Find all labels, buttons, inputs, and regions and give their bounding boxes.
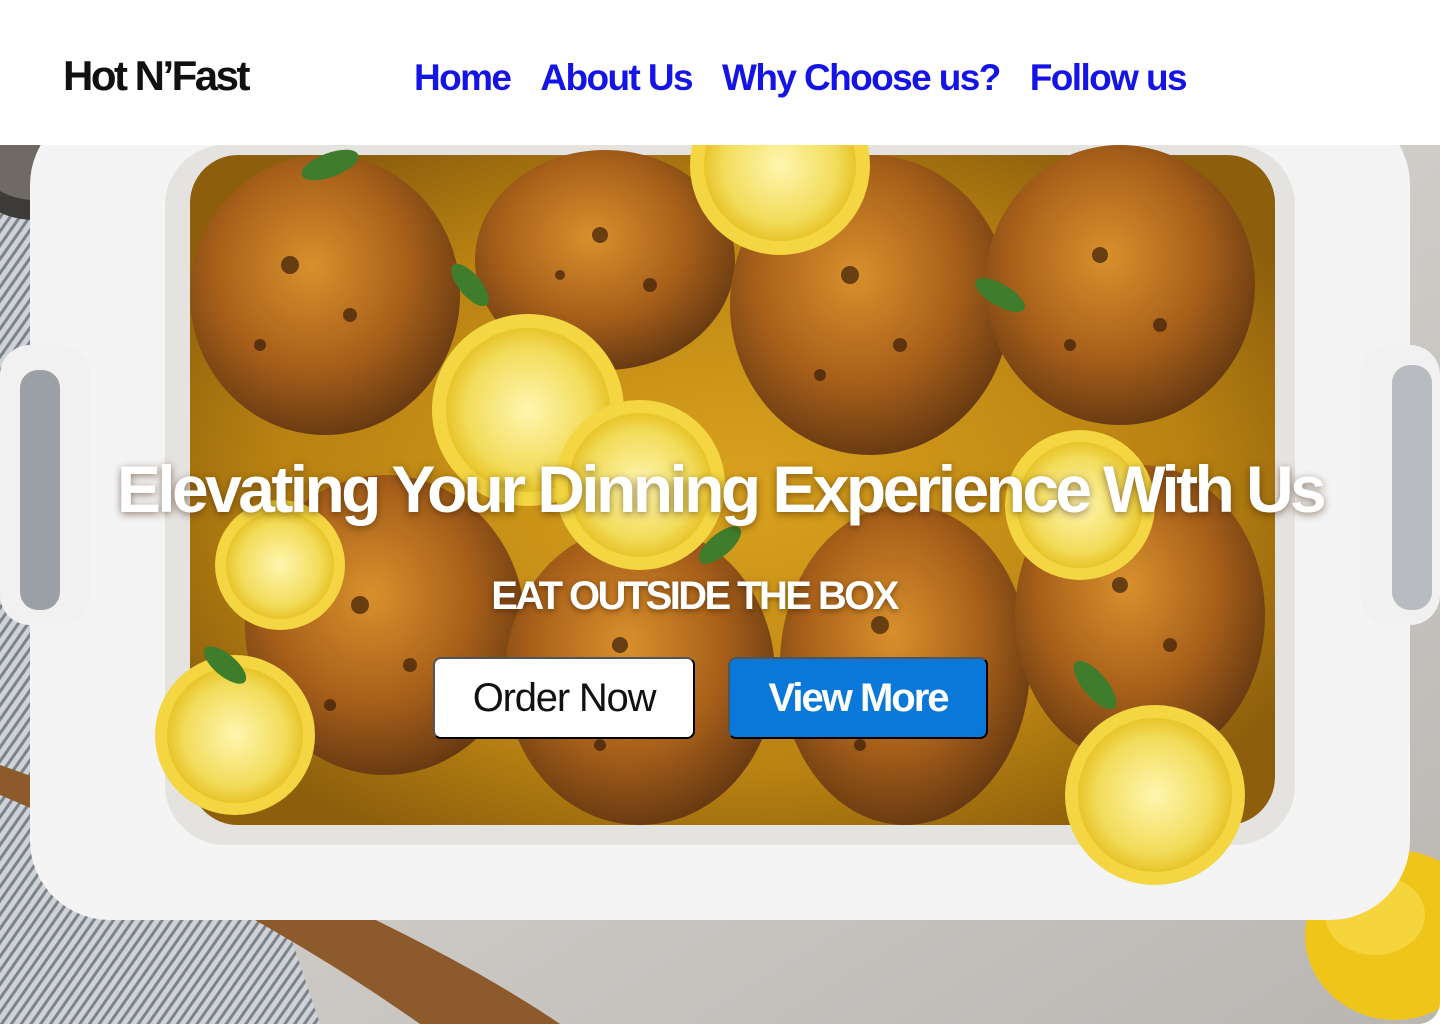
nav-link-about-us[interactable]: About Us — [540, 52, 693, 104]
nav-link-home[interactable]: Home — [414, 52, 512, 104]
main-nav: Home About Us Why Choose us? Follow us — [414, 52, 1188, 104]
nav-link-follow-us[interactable]: Follow us — [1030, 52, 1188, 104]
hero-tagline: EAT OUTSIDE THE BOX — [491, 574, 899, 618]
hero-headline: Elevating Your Dinning Experience With U… — [116, 452, 1327, 526]
site-header: Hot N’Fast Home About Us Why Choose us? … — [0, 0, 1440, 145]
order-now-button[interactable]: Order Now — [433, 657, 695, 739]
nav-link-why-choose-us[interactable]: Why Choose us? — [722, 52, 1001, 104]
view-more-button[interactable]: View More — [728, 657, 988, 739]
hero-section: Elevating Your Dinning Experience With U… — [0, 145, 1440, 1024]
brand-logo[interactable]: Hot N’Fast — [63, 50, 251, 102]
